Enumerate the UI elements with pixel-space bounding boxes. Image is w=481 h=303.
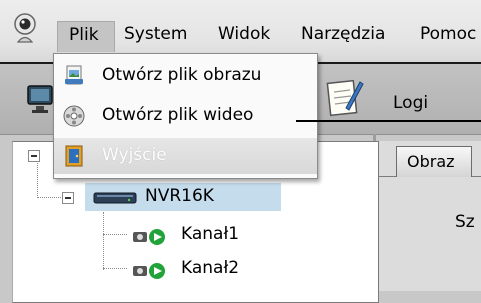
tree-connector xyxy=(103,268,127,269)
camera-channel-icon xyxy=(131,262,167,285)
channel-label: Kanał1 xyxy=(181,224,240,244)
nvr-device-label: NVR16K xyxy=(145,186,214,206)
menu-pomoc[interactable]: Pomoc xyxy=(420,22,476,46)
toolbar-logs-label[interactable]: Logi xyxy=(393,93,428,113)
notepad-icon[interactable] xyxy=(326,76,364,123)
exit-icon xyxy=(62,144,86,168)
tree-item-nvr[interactable]: NVR16K xyxy=(85,183,281,211)
menu-item-exit[interactable]: Wyjście xyxy=(54,138,317,174)
right-panel-partial-label: Sz xyxy=(455,212,475,232)
monitor-icon[interactable] xyxy=(26,82,56,121)
menu-plik-label: Plik xyxy=(69,25,99,45)
menu-narzedzia[interactable]: Narzędzia xyxy=(301,22,385,46)
file-menu-dropdown: Otwórz plik obrazu Otwórz plik wideo Wyj… xyxy=(53,53,318,179)
tree-root-collapse-toggle[interactable] xyxy=(28,150,40,162)
tree-connector xyxy=(103,212,104,270)
tree-item-channel-2[interactable]: Kanał2 xyxy=(131,258,251,282)
menu-item-open-video-label: Otwórz plik wideo xyxy=(102,105,254,125)
menu-item-exit-label: Wyjście xyxy=(102,145,167,165)
annotation-pointer-line xyxy=(296,120,481,122)
nvr-device-icon xyxy=(93,190,137,211)
tree-device-collapse-toggle[interactable] xyxy=(62,192,74,204)
channel-label: Kanał2 xyxy=(181,258,240,278)
tab-obraz-label: Obraz xyxy=(407,152,455,171)
tree-connector xyxy=(103,234,127,235)
menu-system[interactable]: System xyxy=(124,22,187,46)
menu-widok[interactable]: Widok xyxy=(218,22,270,46)
tab-obraz[interactable]: Obraz xyxy=(396,146,472,177)
menu-item-open-image[interactable]: Otwórz plik obrazu xyxy=(54,58,317,94)
tree-connector xyxy=(37,197,61,198)
menu-item-open-image-label: Otwórz plik obrazu xyxy=(102,65,262,85)
camera-channel-icon xyxy=(131,228,167,251)
video-file-icon xyxy=(62,104,86,128)
webcam-app-icon xyxy=(12,12,38,51)
image-file-icon xyxy=(62,64,86,88)
tree-item-channel-1[interactable]: Kanał1 xyxy=(131,224,251,248)
menu-item-open-video[interactable]: Otwórz plik wideo xyxy=(54,98,317,134)
menu-plik[interactable]: Plik xyxy=(57,21,115,52)
